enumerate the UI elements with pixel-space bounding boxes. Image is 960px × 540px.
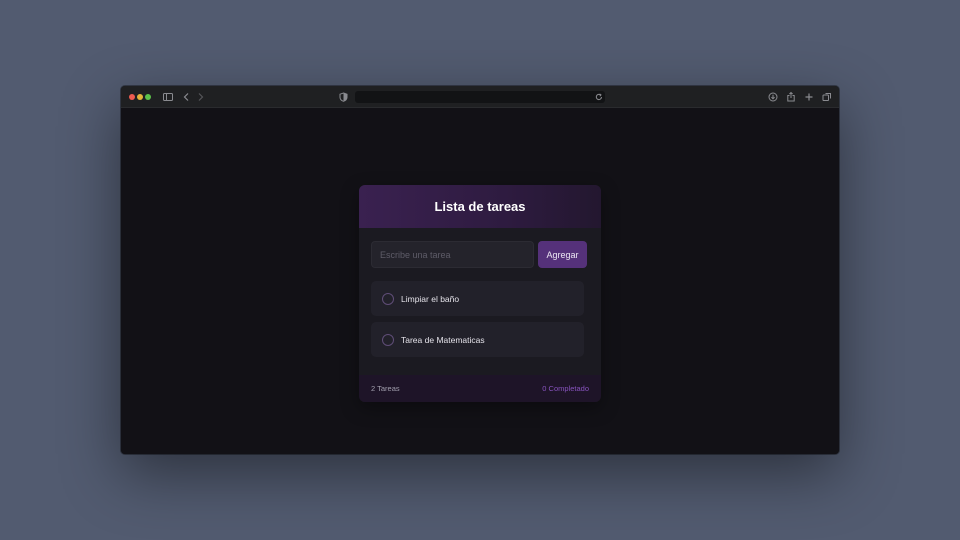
address-bar[interactable]: [355, 91, 605, 103]
completed-count: 0 Completado: [542, 384, 589, 393]
share-icon[interactable]: [786, 91, 796, 103]
reload-icon[interactable]: [595, 91, 603, 103]
zoom-window-button[interactable]: [145, 94, 151, 100]
task-item[interactable]: Limpiar el baño: [371, 281, 584, 316]
add-task-button[interactable]: Agregar: [538, 241, 587, 268]
page-viewport: Lista de tareas Agregar Limpiar el baño …: [121, 109, 839, 454]
plus-icon[interactable]: [804, 91, 814, 103]
task-checkbox[interactable]: [382, 292, 394, 305]
todo-card: Lista de tareas Agregar Limpiar el baño …: [359, 185, 601, 402]
chevron-left-icon[interactable]: [182, 91, 190, 103]
download-icon[interactable]: [768, 91, 778, 103]
todo-header: Lista de tareas: [359, 185, 601, 228]
add-task-form: Agregar: [371, 241, 587, 268]
browser-window: Lista de tareas Agregar Limpiar el baño …: [121, 86, 839, 454]
sidebar-icon[interactable]: [163, 91, 173, 103]
browser-toolbar: [121, 86, 839, 108]
task-label: Limpiar el baño: [401, 293, 460, 304]
task-input[interactable]: [371, 241, 534, 268]
todo-footer: 2 Tareas 0 Completado: [359, 375, 601, 402]
page-title: Lista de tareas: [434, 199, 526, 214]
shield-icon[interactable]: [339, 91, 348, 103]
tabs-overview-icon[interactable]: [822, 91, 832, 103]
chevron-right-icon[interactable]: [197, 91, 205, 103]
task-label: Tarea de Matematicas: [401, 334, 485, 345]
minimize-window-button[interactable]: [137, 94, 143, 100]
close-window-button[interactable]: [129, 94, 135, 100]
task-checkbox[interactable]: [382, 333, 394, 346]
task-item[interactable]: Tarea de Matematicas: [371, 322, 584, 357]
task-count: 2 Tareas: [371, 384, 400, 393]
